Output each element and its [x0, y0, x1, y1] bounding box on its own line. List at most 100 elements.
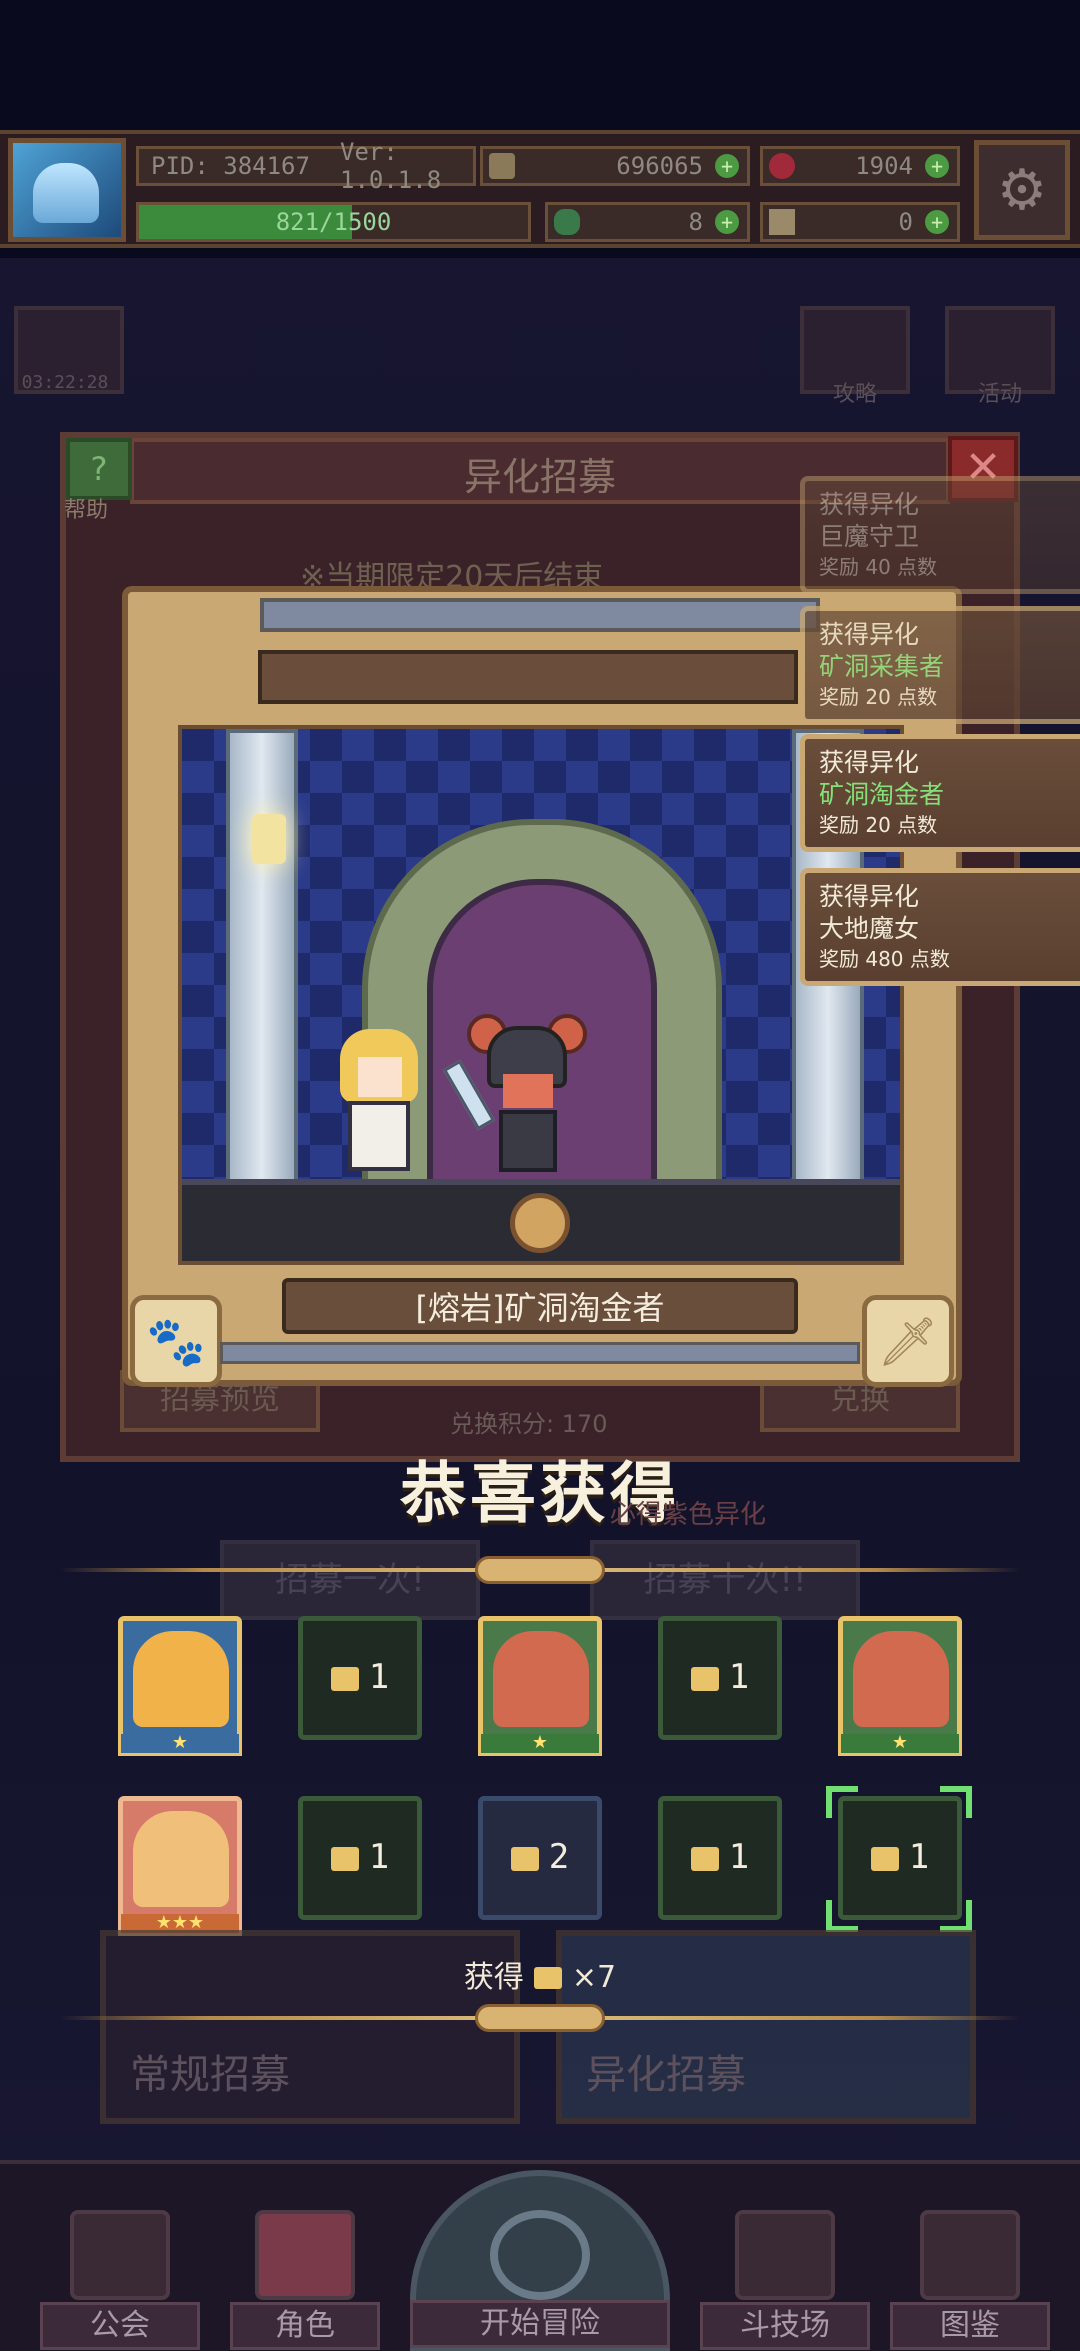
sword-icon: 🗡: [862, 1295, 954, 1387]
ornament-gem: [475, 1556, 605, 1584]
card-header-bar: [258, 650, 798, 704]
nav-codex-label: 图鉴: [890, 2302, 1050, 2350]
token-icon: [330, 1666, 359, 1691]
reward-tile[interactable]: 2: [478, 1796, 602, 1920]
toast-notification: 获得异化 矿洞淘金者 奖励 20 点数: [800, 734, 1080, 852]
add-clovers-icon[interactable]: +: [715, 210, 739, 234]
tab-normal-label: 常规招募: [130, 2052, 290, 2098]
nav-adventure-label: 开始冒险: [410, 2300, 670, 2348]
token-count: 1: [728, 1657, 750, 1697]
reward-tile[interactable]: [118, 1616, 242, 1740]
token-icon: [690, 1846, 719, 1871]
key-value: 0: [898, 208, 913, 236]
selection-corner: [940, 1786, 972, 1818]
tab-mutant-label: 异化招募: [586, 2052, 746, 2098]
book-icon: [920, 2210, 1020, 2300]
token-count: 1: [368, 1657, 390, 1697]
character-portrait: [133, 1811, 229, 1907]
clover-counter: 8 +: [545, 202, 750, 242]
toast-notification: 获得异化 大地魔女 奖励 480 点数: [800, 868, 1080, 986]
obtained-count: ×7: [571, 1960, 617, 1995]
clover-icon: [554, 209, 580, 235]
nav-arena[interactable]: 斗技场: [700, 2200, 870, 2350]
ruby-icon: [769, 153, 795, 179]
character-name: [熔岩]矿洞淘金者: [282, 1278, 798, 1334]
nav-arena-label: 斗技场: [700, 2302, 870, 2350]
character-portrait: [133, 1631, 229, 1727]
obtained-label: 获得: [463, 1960, 524, 1995]
coin-counter: 696065 +: [480, 146, 750, 186]
selection-corner: [826, 1900, 858, 1932]
event-timer: 03:22:28: [21, 372, 109, 393]
paw-icon: 🐾: [130, 1295, 222, 1387]
help-label: 帮助: [64, 498, 109, 523]
add-keys-icon[interactable]: +: [925, 210, 949, 234]
character-portrait: [493, 1631, 589, 1727]
add-coins-icon[interactable]: +: [715, 154, 739, 178]
nav-codex[interactable]: 图鉴: [890, 2200, 1050, 2350]
crossed-swords-icon: [735, 2210, 835, 2300]
toast-notification: 获得异化 矿洞采集者 奖励 20 点数: [800, 606, 1080, 724]
key-counter: 0 +: [760, 202, 960, 242]
token-icon: [690, 1666, 719, 1691]
left-pillar: [226, 729, 298, 1209]
reward-tile[interactable]: 1: [298, 1616, 422, 1740]
card-scene: [178, 725, 904, 1265]
token-count: 1: [368, 1837, 390, 1877]
guarantee-note: 必得紫色异化: [610, 1500, 767, 1530]
lantern-icon: [252, 814, 286, 864]
gem-value: 1904: [855, 152, 913, 180]
nav-character-label: 角色: [230, 2302, 380, 2350]
recruit-ten-button[interactable]: 招募十次!!: [590, 1540, 860, 1620]
token-count: 1: [728, 1837, 750, 1877]
congrats-title: 恭喜获得: [400, 1455, 680, 1532]
exchange-score: 兑换积分: 170: [450, 1410, 608, 1438]
selection-corner: [940, 1900, 972, 1932]
reward-tile[interactable]: 1: [658, 1616, 782, 1740]
plus-green-icon: [145, 209, 171, 235]
maid-character: [332, 1029, 422, 1179]
ornament-gem: [475, 2004, 605, 2032]
character-portrait: [853, 1631, 949, 1727]
event-label: 活动: [977, 382, 1022, 407]
reward-tile[interactable]: [478, 1616, 602, 1740]
coin-value: 696065: [616, 152, 703, 180]
guild-hall-icon: [70, 2210, 170, 2300]
gear-icon[interactable]: ⚙: [974, 140, 1070, 240]
mouse-miner-character: [442, 1014, 587, 1184]
nav-guild[interactable]: 公会: [40, 2200, 200, 2350]
character-icon: [255, 2210, 355, 2300]
guide-label: 攻略: [832, 382, 877, 407]
obtained-summary: 获得 ×7: [0, 1952, 1080, 1996]
reward-tile[interactable]: 1: [658, 1796, 782, 1920]
card-top-strip: [260, 598, 820, 632]
magnifier-icon: [490, 2210, 590, 2300]
toast-notification: 获得异化 巨魔守卫 奖励 40 点数: [800, 476, 1080, 594]
token-icon: [870, 1846, 899, 1871]
card-bottom-strip: [220, 1342, 860, 1364]
token-icon: [510, 1846, 539, 1871]
key-icon: [769, 209, 795, 235]
coin-icon: [489, 153, 515, 179]
xp-bar: 821/1500: [136, 202, 531, 242]
reward-tile[interactable]: 1: [298, 1796, 422, 1920]
xp-text: 821/1500: [275, 208, 392, 236]
recruit-once-button[interactable]: 招募一次!: [220, 1540, 480, 1620]
gem-counter: 1904 +: [760, 146, 960, 186]
reward-tile[interactable]: [118, 1796, 242, 1920]
token-count: 2: [548, 1837, 570, 1877]
add-gems-icon[interactable]: +: [925, 154, 949, 178]
token-icon: [533, 1967, 562, 1989]
game-version: Ver: 1.0.1.8: [340, 138, 442, 194]
nav-guild-label: 公会: [40, 2302, 200, 2350]
reward-tile[interactable]: [838, 1616, 962, 1740]
player-avatar[interactable]: [8, 138, 126, 242]
star-rating: ★: [478, 1734, 602, 1756]
element-medal-icon: [510, 1193, 570, 1253]
star-rating: ★: [118, 1734, 242, 1756]
star-rating: ★: [838, 1734, 962, 1756]
nav-character[interactable]: 角色: [230, 2200, 380, 2350]
help-button[interactable]: ?: [66, 438, 132, 500]
token-icon: [330, 1846, 359, 1871]
clover-value: 8: [688, 208, 703, 236]
